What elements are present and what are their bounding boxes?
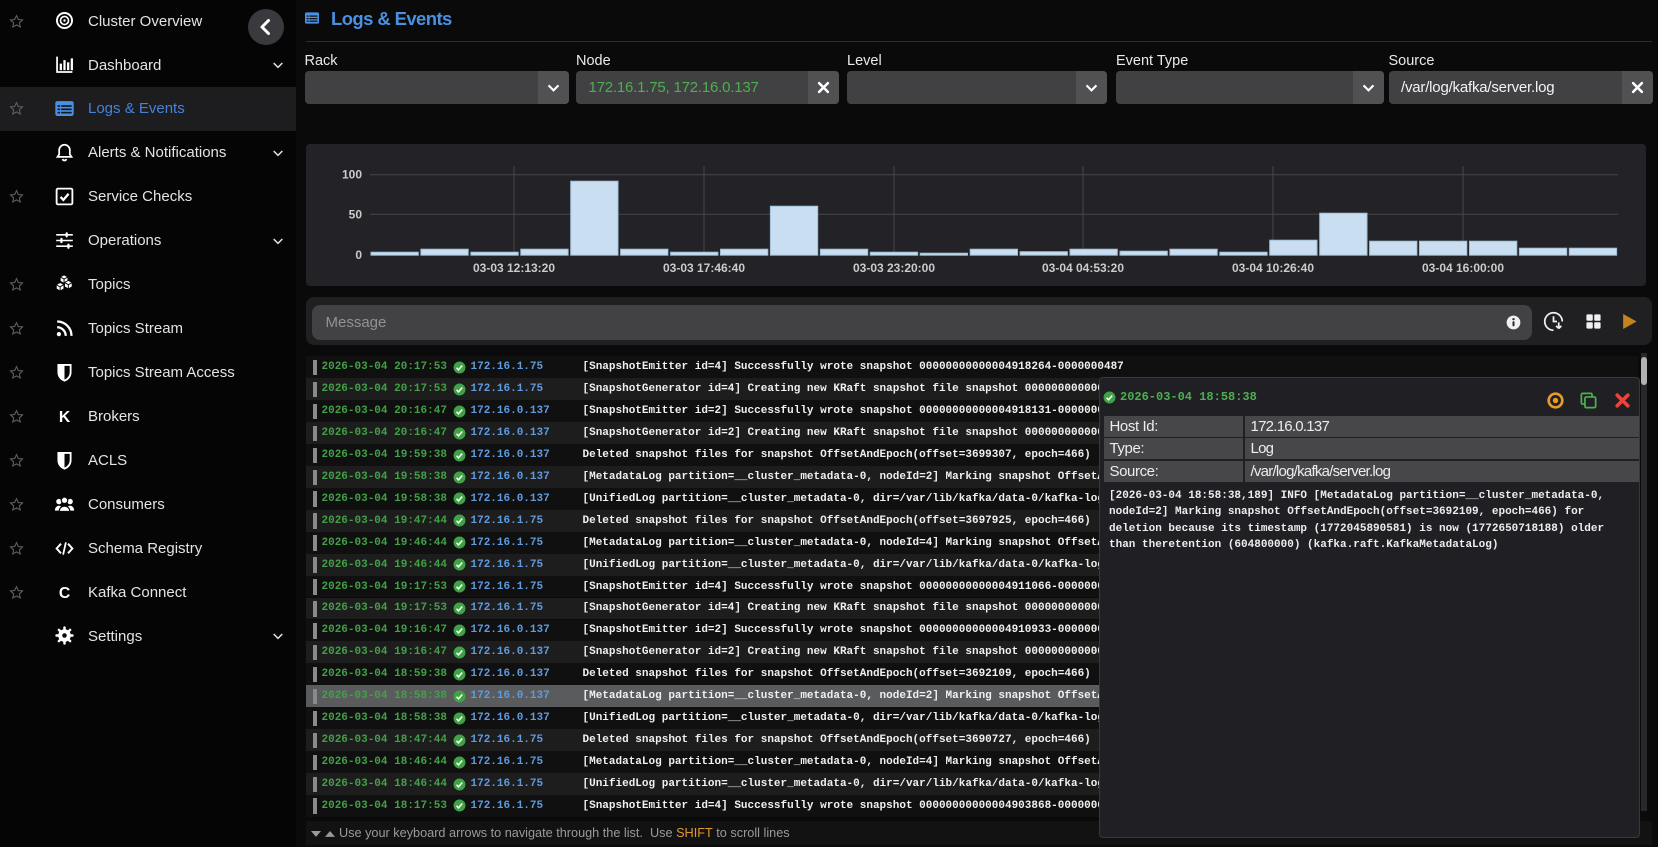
svg-text:50: 50 <box>349 207 363 221</box>
svg-text:0: 0 <box>355 248 362 262</box>
svg-text:K: K <box>59 408 71 425</box>
svg-text:03-03 12:13:20: 03-03 12:13:20 <box>473 261 555 275</box>
svg-text:03-03 17:46:40: 03-03 17:46:40 <box>663 261 745 275</box>
svg-text:C: C <box>59 584 70 601</box>
svg-text:03-04 04:53:20: 03-04 04:53:20 <box>1042 261 1124 275</box>
svg-text:03-04 10:26:40: 03-04 10:26:40 <box>1232 261 1314 275</box>
svg-text:03-03 23:20:00: 03-03 23:20:00 <box>853 261 935 275</box>
svg-text:03-04 16:00:00: 03-04 16:00:00 <box>1422 261 1504 275</box>
svg-text:100: 100 <box>342 167 362 181</box>
